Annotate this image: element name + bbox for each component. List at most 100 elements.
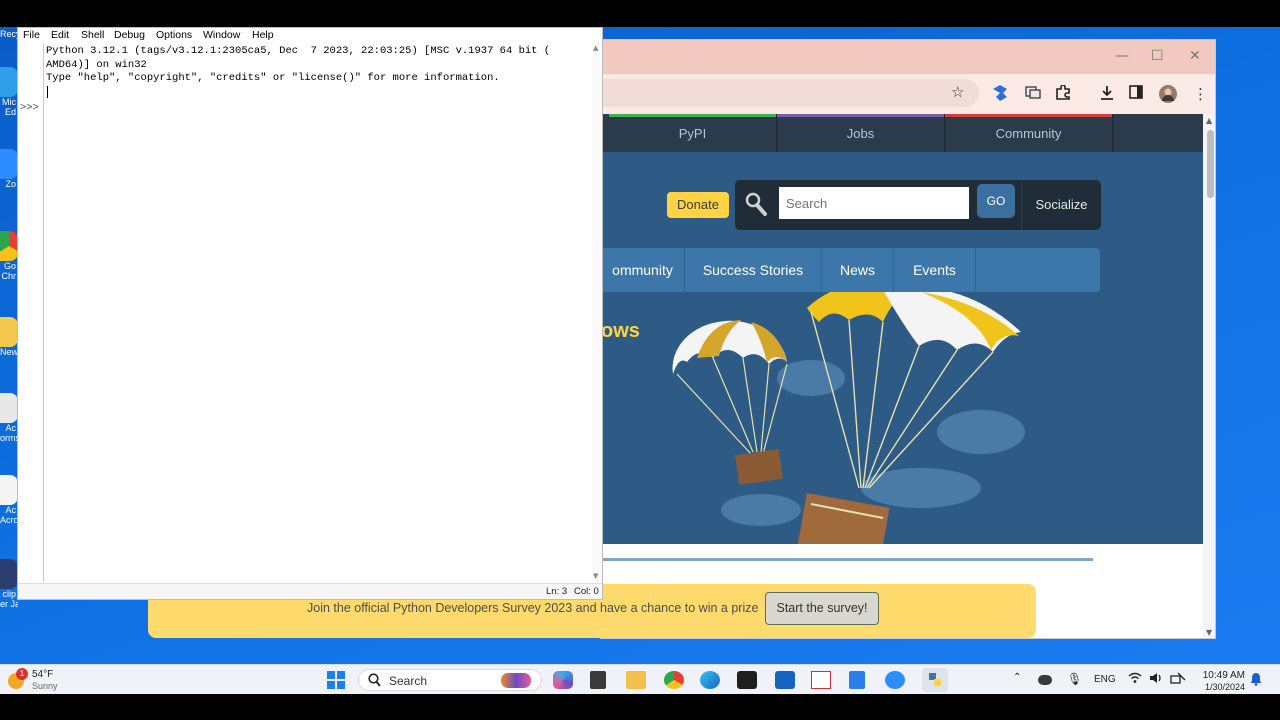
task-view-icon[interactable] [590, 671, 606, 689]
donate-button[interactable]: Donate [667, 192, 729, 218]
desktop-icon-label: Chr [1, 271, 16, 281]
address-bar[interactable]: ☆ [601, 79, 979, 107]
extension-icon[interactable] [993, 85, 1007, 105]
topnav-pypi[interactable]: PyPI [609, 114, 777, 152]
desktop-icon-new-folder[interactable]: New [0, 317, 18, 357]
edge-taskbar-icon[interactable] [700, 671, 720, 689]
search-icon [745, 192, 767, 220]
start-survey-button[interactable]: Start the survey! [765, 592, 879, 625]
network-status-icon[interactable] [1170, 672, 1186, 687]
onedrive-icon[interactable] [1038, 675, 1052, 685]
clock-time[interactable]: 10:49 AM [1199, 670, 1245, 681]
chrome-window: — ☐ ✕ ☆ ⋮ PyPI Jobs Community Donate Sea… [600, 39, 1216, 639]
socialize-button[interactable]: Socialize [1021, 180, 1101, 230]
scroll-up-arrow[interactable]: ▲ [593, 44, 598, 52]
desktop-icon-edge[interactable]: Mic Ed [0, 67, 18, 117]
puzzle-icon[interactable] [1055, 84, 1071, 105]
desktop-icon-label: Ac [5, 423, 16, 433]
maximize-button[interactable]: ☐ [1151, 48, 1164, 64]
chrome-titlebar[interactable]: — ☐ ✕ [601, 40, 1215, 74]
topnav-community[interactable]: Community [945, 114, 1113, 152]
search-icon [368, 673, 381, 690]
banner-line: Python 3.12.1 (tags/v3.12.1:2305ca5, Dec… [46, 45, 551, 57]
chrome-taskbar-icon[interactable] [664, 671, 684, 689]
sidepanel-icon[interactable] [1129, 85, 1143, 103]
file-explorer-icon[interactable] [626, 671, 646, 689]
desktop-icon-label: Ac [5, 505, 16, 515]
close-button[interactable]: ✕ [1189, 48, 1201, 64]
shell-prompt: >>> [20, 102, 39, 114]
star-icon[interactable]: ☆ [951, 83, 964, 101]
topnav-label: Community [995, 126, 1062, 141]
desktop-icon-access[interactable]: Ac orms [0, 393, 18, 443]
go-button[interactable]: GO [977, 184, 1015, 218]
search-highlight-icon [501, 673, 531, 688]
wifi-icon[interactable] [1128, 672, 1142, 687]
desktop-icon-chrome[interactable]: Go Chr [0, 231, 18, 281]
text-cursor [47, 86, 48, 98]
mainnav-success-stories[interactable]: Success Stories [685, 248, 822, 292]
python-org-page: PyPI Jobs Community Donate Search GO Soc… [601, 114, 1203, 638]
menu-window[interactable]: Window [203, 29, 240, 41]
desktop-icon-recycle-bin[interactable]: Recy [0, 27, 18, 41]
idle-shell-window: File Edit Shell Debug Options Window Hel… [17, 27, 603, 600]
search-bar: GO Socialize [735, 180, 1101, 230]
taskbar: 1 54°F Sunny Search ⌃ 🎙 ENG 10:49 AM 1/3… [0, 664, 1280, 694]
site-header: Donate GO Socialize ommunity Success Sto… [601, 152, 1203, 544]
idle-scrollbar[interactable]: ▲ ▼ [592, 44, 602, 582]
desktop-icon-label: orms [0, 433, 18, 443]
profile-avatar[interactable] [1159, 85, 1177, 107]
taskbar-search-label: Search [389, 674, 428, 688]
search-input[interactable] [779, 187, 969, 219]
eclipse-icon [0, 559, 18, 589]
mainnav-events[interactable]: Events [894, 248, 976, 292]
copilot-icon[interactable] [553, 671, 573, 689]
terminal-icon[interactable] [737, 671, 757, 689]
volume-icon[interactable] [1149, 672, 1163, 687]
page-scrollbar[interactable]: ▲ ▼ [1203, 114, 1215, 638]
language-indicator[interactable]: ENG [1094, 674, 1116, 685]
banner-line: AMD64)] on win32 [46, 58, 147, 71]
notification-bell-icon[interactable] [1250, 672, 1262, 689]
scroll-down-arrow[interactable]: ▼ [593, 572, 598, 580]
zoom-taskbar-icon[interactable] [885, 671, 905, 689]
minimize-button[interactable]: — [1115, 48, 1129, 64]
desktop-icon-acrobat[interactable]: Ac Acro [0, 475, 18, 525]
desktop-icon-eclipse[interactable]: clip er Ja [0, 559, 18, 609]
kebab-menu-icon[interactable]: ⋮ [1193, 85, 1208, 103]
menu-help[interactable]: Help [252, 29, 274, 41]
menu-edit[interactable]: Edit [51, 29, 69, 41]
prompt-gutter: >>> [18, 44, 44, 582]
download-icon[interactable] [1099, 85, 1115, 105]
microphone-icon[interactable]: 🎙 [1067, 672, 1082, 686]
scroll-thumb[interactable] [1207, 130, 1214, 198]
desktop-icon-label: Recy [0, 29, 18, 39]
taskbar-search[interactable]: Search [358, 669, 542, 691]
acrobat-taskbar-icon[interactable] [811, 671, 831, 689]
topnav-jobs[interactable]: Jobs [777, 114, 945, 152]
weather-widget[interactable]: 1 54°F Sunny [6, 668, 66, 692]
desktop-icon-label: clip [2, 589, 16, 599]
menu-options[interactable]: Options [156, 29, 192, 41]
menu-debug[interactable]: Debug [114, 29, 145, 41]
banner-line: Type "help", "copyright", "credits" or "… [46, 72, 500, 84]
menu-file[interactable]: File [23, 29, 40, 41]
scroll-up-arrow[interactable]: ▲ [1206, 116, 1212, 125]
notepad-icon[interactable] [849, 671, 865, 689]
menu-shell[interactable]: Shell [81, 29, 104, 41]
mainnav-community[interactable]: ommunity [601, 248, 685, 292]
section-divider [601, 558, 1093, 561]
translate-icon[interactable] [1025, 85, 1041, 103]
topnav-accent [777, 114, 944, 117]
desktop-icon-zoom[interactable]: Zo [0, 149, 18, 189]
desktop-icon-label: Zo [5, 179, 16, 189]
tray-overflow-icon[interactable]: ⌃ [1013, 672, 1021, 683]
clock-date[interactable]: 1/30/2024 [1196, 682, 1245, 692]
scroll-down-arrow[interactable]: ▼ [1206, 628, 1212, 637]
shell-output[interactable]: Python 3.12.1 (tags/v3.12.1:2305ca5, Dec… [46, 45, 594, 86]
start-button[interactable] [326, 671, 346, 689]
outlook-icon[interactable] [775, 671, 795, 689]
mainnav-news[interactable]: News [822, 248, 894, 292]
screen: Recy Mic Ed Zo Go Chr New Ac orms Ac A [0, 0, 1280, 720]
idle-taskbar-icon[interactable] [922, 668, 948, 692]
